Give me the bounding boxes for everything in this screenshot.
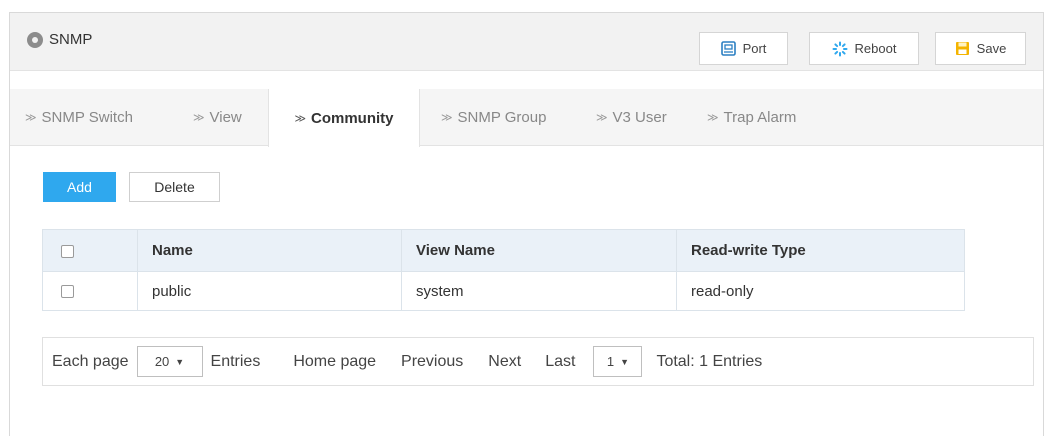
chevron-right-icon: ≫ <box>193 112 205 124</box>
save-button[interactable]: Save <box>935 32 1026 65</box>
caret-down-icon: ▼ <box>175 356 185 367</box>
caret-down-icon: ▼ <box>620 356 630 367</box>
tab-label: View <box>209 109 242 126</box>
page-title: SNMP <box>27 31 92 48</box>
delete-button[interactable]: Delete <box>129 172 220 202</box>
tab-snmp-group[interactable]: ≫ SNMP Group <box>441 89 546 146</box>
chevron-right-icon: ≫ <box>441 112 453 124</box>
page-number-select[interactable]: 1 ▼ <box>593 346 643 377</box>
port-icon <box>720 41 736 56</box>
select-all-checkbox[interactable] <box>61 244 74 258</box>
row-checkbox[interactable] <box>61 285 74 299</box>
column-header-view-name[interactable]: View Name <box>401 229 677 272</box>
community-table: Name View Name Read-write Type public sy… <box>42 229 965 311</box>
each-page-label: Each page <box>52 352 129 370</box>
tab-label: Community <box>311 109 394 127</box>
chevron-right-icon: ≫ <box>25 112 37 124</box>
column-header-read-write-type[interactable]: Read-write Type <box>676 229 965 272</box>
chevron-right-icon: ≫ <box>707 112 719 124</box>
tab-label: V3 User <box>612 109 667 126</box>
tab-v3-user[interactable]: ≫ V3 User <box>596 89 667 146</box>
tab-view[interactable]: ≫ View <box>193 89 242 146</box>
page-header: SNMP Port Reboot Save <box>10 13 1043 71</box>
tab-label: SNMP Switch <box>41 109 133 126</box>
last-link[interactable]: Last <box>545 353 575 371</box>
page-title-text: SNMP <box>49 31 93 48</box>
tab-label: SNMP Group <box>457 109 547 126</box>
tab-community[interactable]: ≫ Community <box>268 89 420 147</box>
tab-label: Trap Alarm <box>723 109 797 126</box>
reboot-button-label: Reboot <box>854 41 897 56</box>
page-size-value: 20 <box>154 354 170 369</box>
add-button[interactable]: Add <box>43 172 116 202</box>
cell-name: public <box>137 271 402 311</box>
chevron-right-icon: ≫ <box>294 112 306 125</box>
select-all-cell <box>42 229 138 272</box>
previous-link[interactable]: Previous <box>401 353 463 371</box>
table-header-row: Name View Name Read-write Type <box>42 229 965 272</box>
next-link[interactable]: Next <box>488 353 521 371</box>
table-row[interactable]: public system read-only <box>42 271 965 311</box>
home-page-link[interactable]: Home page <box>293 353 376 371</box>
reboot-spinner-icon <box>832 41 848 57</box>
save-button-label: Save <box>976 41 1007 56</box>
column-header-name[interactable]: Name <box>137 229 402 272</box>
cell-view-name: system <box>401 271 677 311</box>
cell-read-write-type: read-only <box>676 271 965 311</box>
entries-label: Entries <box>210 352 261 370</box>
port-button-label: Port <box>742 41 767 56</box>
tab-trap-alarm[interactable]: ≫ Trap Alarm <box>707 89 796 146</box>
chevron-right-icon: ≫ <box>596 112 608 124</box>
total-entries: Total: 1 Entries <box>656 352 763 370</box>
tab-snmp-switch[interactable]: ≫ SNMP Switch <box>25 89 133 146</box>
page-size-select[interactable]: 20 ▼ <box>136 346 203 377</box>
page-number-value: 1 <box>606 354 615 369</box>
tab-bar: ≫ SNMP Switch ≫ View ≫ Community ≫ SNMP … <box>10 89 1043 147</box>
floppy-icon <box>955 41 970 56</box>
circle-icon <box>27 31 43 48</box>
reboot-button[interactable]: Reboot <box>809 32 919 65</box>
pagination-bar: Each page 20 ▼ Entries Home page Previou… <box>42 337 1034 386</box>
row-select-cell <box>42 271 138 311</box>
port-button[interactable]: Port <box>699 32 788 65</box>
